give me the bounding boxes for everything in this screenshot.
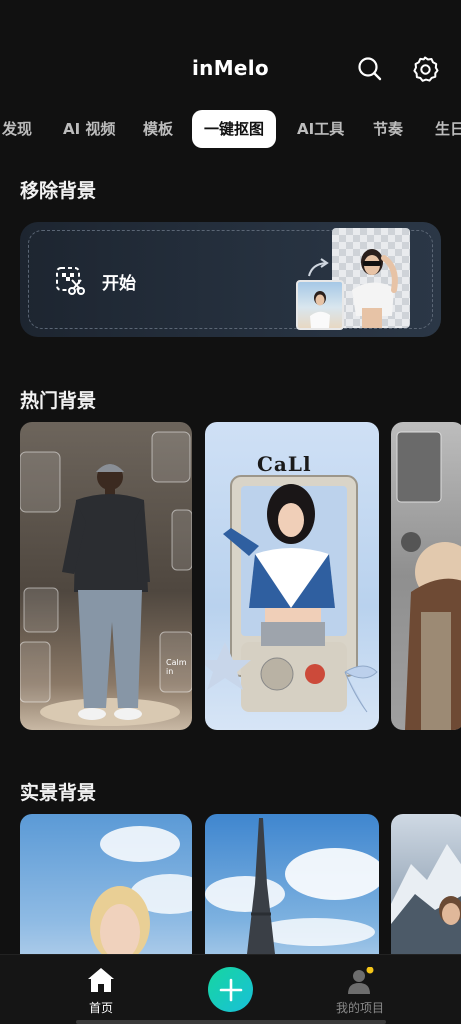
real-bg-thumbnail-3[interactable] <box>391 814 461 954</box>
section-title-remove-bg: 移除背景 <box>20 180 97 202</box>
app-title: inMelo <box>192 56 269 80</box>
section-title-hot-bg: 热门背景 <box>20 390 97 412</box>
header: inMelo <box>0 0 461 110</box>
search-button[interactable] <box>355 54 385 84</box>
real-bg-thumbnail-1[interactable] <box>20 814 192 954</box>
plus-icon <box>219 978 242 1001</box>
cutout-scissors-icon <box>56 267 85 295</box>
thumb-caption: Calm in <box>166 658 187 676</box>
add-project-button[interactable] <box>208 967 253 1012</box>
tab-rhythm[interactable]: 节奏 <box>373 110 403 148</box>
hot-bg-thumbnail-3[interactable] <box>391 422 461 730</box>
real-bg-carousel <box>0 814 461 954</box>
hot-bg-thumbnail-1[interactable]: Calm in <box>20 422 192 730</box>
category-tabs: 发现 AI 视频 模板 一键抠图 AI工具 节奏 生日 <box>0 110 461 150</box>
tab-ai-video[interactable]: AI 视频 <box>63 110 115 148</box>
hot-bg-carousel: Calm in CaLl <box>0 422 461 730</box>
search-icon <box>358 57 382 81</box>
original-photo-thumbnail <box>296 280 344 330</box>
tab-ai-tools[interactable]: AI工具 <box>297 110 344 148</box>
real-bg-thumbnail-2[interactable] <box>205 814 379 954</box>
user-icon <box>348 967 374 994</box>
arrow-curve-icon <box>308 258 329 277</box>
tab-birthday[interactable]: 生日 <box>435 110 461 148</box>
thumb-caption: CaLl <box>257 452 312 476</box>
remove-bg-card[interactable]: 开始 <box>20 222 441 337</box>
hot-bg-thumbnail-2[interactable]: CaLl <box>205 422 379 730</box>
home-icon <box>88 968 114 992</box>
tab-discover[interactable]: 发现 <box>2 110 32 148</box>
home-indicator <box>76 1020 386 1024</box>
tab-templates[interactable]: 模板 <box>143 110 173 148</box>
nav-home[interactable]: 首页 <box>41 955 161 1024</box>
tab-one-click-cutout[interactable]: 一键抠图 <box>192 110 277 148</box>
section-title-real-bg: 实景背景 <box>20 782 97 804</box>
nav-my-projects[interactable]: 我的项目 <box>300 955 420 1024</box>
gear-icon <box>413 56 439 82</box>
bottom-navigation: 首页 我的项目 <box>0 954 461 1024</box>
start-label: 开始 <box>102 274 136 294</box>
nav-home-label: 首页 <box>88 1001 113 1015</box>
nav-my-projects-label: 我的项目 <box>335 1001 384 1015</box>
settings-button[interactable] <box>410 54 440 84</box>
